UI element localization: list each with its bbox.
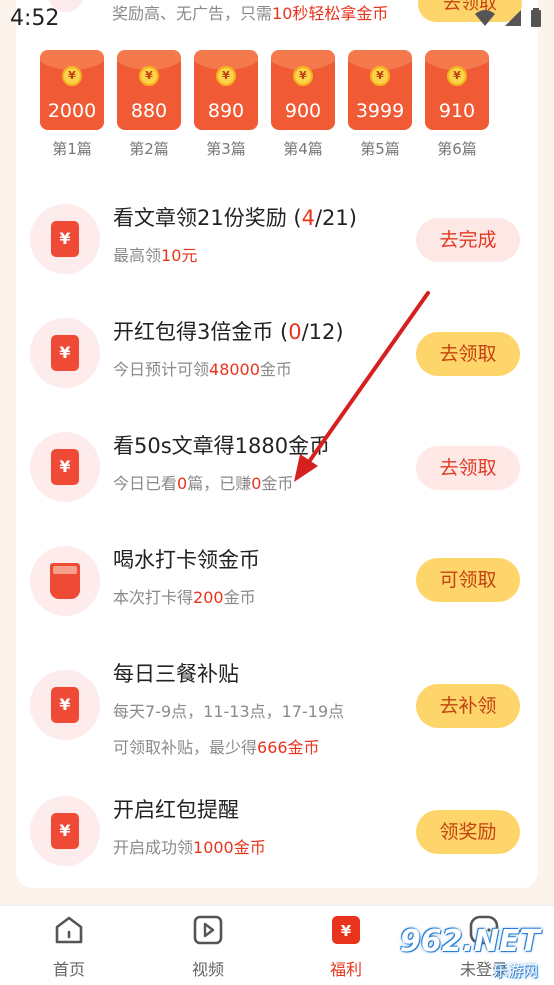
packet-amount: 910 bbox=[438, 100, 476, 122]
red-packet-icon: ¥890 bbox=[194, 50, 258, 130]
packet-item[interactable]: ¥3999 第5篇 bbox=[348, 50, 412, 159]
task-row-read-50s: ¥ 看50s文章得1880金币 今日已看0篇，已赚0金币 去领取 bbox=[16, 418, 538, 518]
red-packet-icon: ¥3999 bbox=[348, 50, 412, 130]
packet-amount: 900 bbox=[284, 100, 322, 122]
claim-button[interactable]: 去领取 bbox=[416, 446, 520, 490]
red-packet-icon: ¥880 bbox=[117, 50, 181, 130]
nav-video[interactable]: 视频 bbox=[168, 914, 248, 980]
nav-home-label: 首页 bbox=[52, 960, 85, 979]
claim-button[interactable]: 去领取 bbox=[416, 332, 520, 376]
packet-item[interactable]: ¥890 第3篇 bbox=[194, 50, 258, 159]
task-progress: 4 bbox=[301, 206, 315, 230]
task-title: 看文章领21份奖励 (4/21) bbox=[113, 206, 357, 230]
task-title: 喝水打卡领金币 bbox=[113, 548, 260, 572]
coin-icon: ¥ bbox=[293, 66, 313, 86]
coin-icon: ¥ bbox=[447, 66, 467, 86]
wifi-icon bbox=[475, 10, 495, 26]
water-cup-icon bbox=[30, 546, 100, 616]
packet-item[interactable]: ¥910 第6篇 bbox=[425, 50, 489, 159]
coin-icon: ¥ bbox=[139, 66, 159, 86]
packet-label: 第4篇 bbox=[283, 140, 323, 158]
coin-icon: ¥ bbox=[62, 66, 82, 86]
task-subtitle: 本次打卡得200金币 bbox=[113, 588, 256, 607]
task-subtitle-line2: 可领取补贴，最少得666金币 bbox=[113, 738, 320, 757]
task-row-red-packet-reminder: ¥ 开启红包提醒 开启成功领1000金币 领奖励 bbox=[16, 782, 538, 882]
red-envelope-icon: ¥ bbox=[30, 670, 100, 740]
nav-home[interactable]: 首页 bbox=[29, 914, 109, 980]
nav-welfare[interactable]: ¥ 福利 bbox=[306, 914, 386, 980]
red-packet-icon: ¥910 bbox=[425, 50, 489, 130]
home-icon bbox=[55, 916, 83, 944]
red-packet-icon: ¥2000 bbox=[40, 50, 104, 130]
status-icons bbox=[474, 8, 542, 28]
coin-icon: ¥ bbox=[370, 66, 390, 86]
packet-label: 第5篇 bbox=[360, 140, 400, 158]
task-row-open-red-packet: ¥ 开红包得3倍金币 (0/12) 今日预计可领48000金币 去领取 bbox=[16, 304, 538, 404]
packet-amount: 3999 bbox=[355, 100, 405, 122]
red-envelope-icon: ¥ bbox=[30, 432, 100, 502]
packet-item[interactable]: ¥880 第2篇 bbox=[117, 50, 181, 159]
packet-amount: 890 bbox=[207, 100, 245, 122]
welfare-icon: ¥ bbox=[332, 916, 360, 944]
claimable-button[interactable]: 可领取 bbox=[416, 558, 520, 602]
task-subtitle-line1: 每天7-9点，11-13点，17-19点 bbox=[113, 702, 345, 721]
packet-label: 第6篇 bbox=[437, 140, 477, 158]
reclaim-button[interactable]: 去补领 bbox=[416, 684, 520, 728]
reward-button[interactable]: 领奖励 bbox=[416, 810, 520, 854]
packet-amount: 880 bbox=[130, 100, 168, 122]
red-packet-icon: ¥900 bbox=[271, 50, 335, 130]
article-packets-row: ¥2000 第1篇 ¥880 第2篇 ¥890 第3篇 ¥900 第4篇 ¥3999 第5篇 ¥91… bbox=[40, 50, 540, 170]
task-subtitle: 今日已看0篇，已赚0金币 bbox=[113, 474, 294, 493]
packet-label: 第1篇 bbox=[52, 140, 92, 158]
task-title: 每日三餐补贴 bbox=[113, 662, 239, 686]
watermark-logo: 962.NET 乐游网 bbox=[399, 924, 540, 980]
packet-amount: 2000 bbox=[47, 100, 97, 122]
red-envelope-icon: ¥ bbox=[30, 796, 100, 866]
task-row-meal-subsidy: ¥ 每日三餐补贴 每天7-9点，11-13点，17-19点 可领取补贴，最少得6… bbox=[16, 646, 538, 776]
task-progress: 0 bbox=[288, 320, 302, 344]
task-title: 开红包得3倍金币 (0/12) bbox=[113, 320, 344, 344]
packet-label: 第2篇 bbox=[129, 140, 169, 158]
signal-icon bbox=[505, 10, 521, 26]
red-envelope-icon: ¥ bbox=[30, 204, 100, 274]
task-subtitle: 最高领10元 bbox=[113, 246, 198, 265]
nav-welfare-label: 福利 bbox=[329, 960, 362, 979]
task-subtitle: 开启成功领1000金币 bbox=[113, 838, 266, 857]
task-subtitle: 今日预计可领48000金币 bbox=[113, 360, 292, 379]
complete-button[interactable]: 去完成 bbox=[416, 218, 520, 262]
task-title: 看50s文章得1880金币 bbox=[113, 434, 331, 458]
task-row-read-articles: ¥ 看文章领21份奖励 (4/21) 最高领10元 去完成 bbox=[16, 190, 538, 290]
packet-label: 第3篇 bbox=[206, 140, 246, 158]
task-title: 开启红包提醒 bbox=[113, 798, 239, 822]
svg-text:¥: ¥ bbox=[341, 922, 352, 940]
task-row-drink-water: 喝水打卡领金币 本次打卡得200金币 可领取 bbox=[16, 532, 538, 632]
video-icon bbox=[193, 915, 223, 945]
status-bar: 4:52 bbox=[0, 0, 554, 40]
battery-icon bbox=[531, 8, 541, 27]
red-envelope-icon: ¥ bbox=[30, 318, 100, 388]
packet-item[interactable]: ¥900 第4篇 bbox=[271, 50, 335, 159]
status-time: 4:52 bbox=[10, 6, 60, 31]
packet-item[interactable]: ¥2000 第1篇 bbox=[40, 50, 104, 159]
coin-icon: ¥ bbox=[216, 66, 236, 86]
nav-video-label: 视频 bbox=[191, 960, 224, 979]
